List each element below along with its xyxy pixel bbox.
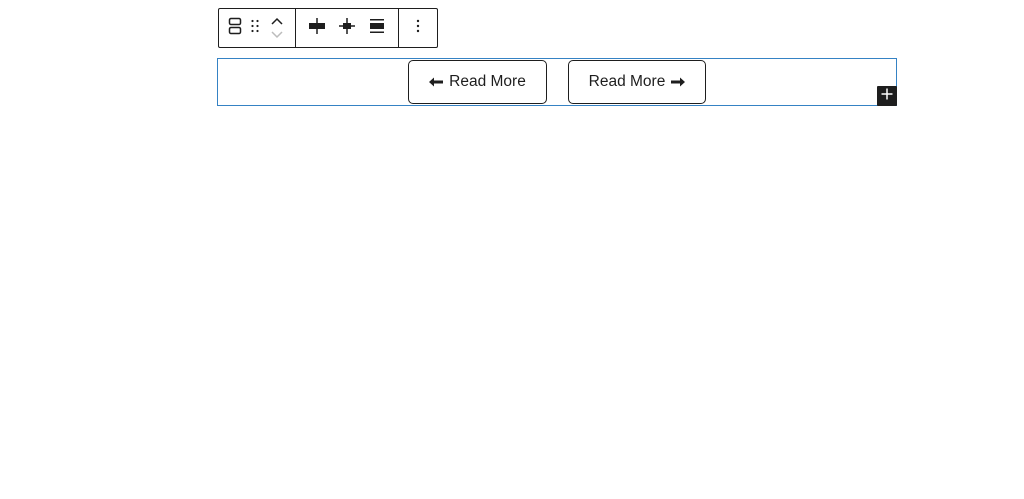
arrow-left-icon — [429, 77, 444, 87]
justify-center-icon — [309, 17, 325, 39]
drag-handle-icon — [250, 19, 260, 38]
justify-center-button[interactable] — [302, 9, 332, 47]
toolbar-justify-group — [295, 9, 398, 47]
block-type-button[interactable] — [225, 9, 245, 47]
block-mover — [265, 9, 289, 47]
move-down-icon — [271, 26, 283, 44]
plus-icon — [881, 87, 893, 105]
drag-handle-button[interactable] — [245, 9, 265, 47]
justify-space-between-icon — [339, 17, 355, 39]
button-label: Read More — [449, 73, 526, 90]
buttons-block[interactable]: Read More Read More — [217, 58, 897, 106]
block-toolbar — [218, 8, 438, 48]
more-options-button[interactable] — [403, 9, 433, 47]
justify-space-between-button[interactable] — [332, 9, 362, 47]
block-inserter-button[interactable] — [877, 86, 897, 106]
more-options-icon — [416, 19, 420, 38]
read-more-next-button[interactable]: Read More — [568, 60, 706, 104]
justify-stretch-icon — [369, 18, 385, 39]
toolbar-block-group — [219, 9, 295, 47]
buttons-block-icon — [228, 17, 242, 40]
toolbar-options-group — [398, 9, 437, 47]
button-label: Read More — [588, 73, 666, 90]
justify-stretch-button[interactable] — [362, 9, 392, 47]
editor-canvas: Read More Read More — [0, 0, 1024, 499]
read-more-previous-button[interactable]: Read More — [408, 60, 547, 104]
arrow-right-icon — [671, 77, 686, 87]
move-down-button[interactable] — [271, 28, 283, 42]
